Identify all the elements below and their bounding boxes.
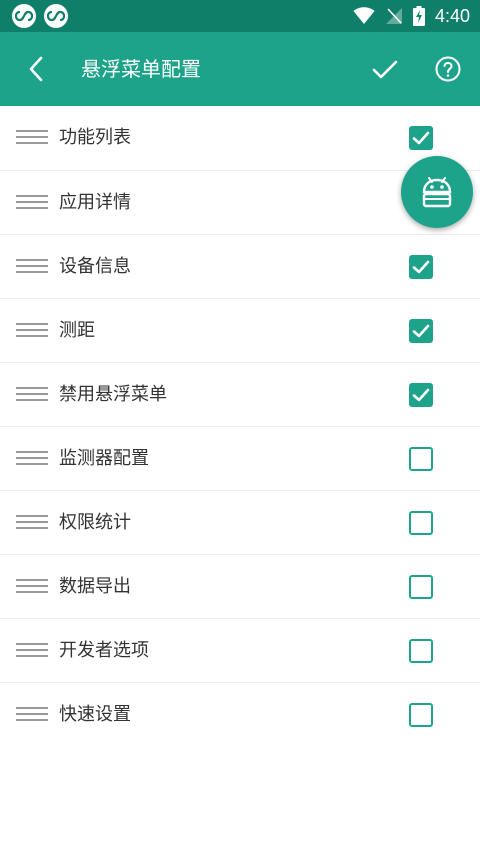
drag-handle-icon[interactable] xyxy=(16,259,48,275)
item-checkbox[interactable] xyxy=(409,126,433,150)
item-checkbox[interactable] xyxy=(409,511,433,535)
drag-handle-icon[interactable] xyxy=(16,515,48,531)
no-signal-icon xyxy=(385,8,402,24)
list-item[interactable]: 测距 xyxy=(0,299,480,363)
item-checkbox[interactable] xyxy=(409,639,433,663)
list-item[interactable]: 数据导出 xyxy=(0,555,480,619)
wifi-icon xyxy=(353,7,375,24)
loop-notification-icon xyxy=(12,4,36,28)
drag-handle-icon[interactable] xyxy=(16,130,48,146)
list-item[interactable]: 开发者选项 xyxy=(0,619,480,683)
item-label: 权限统计 xyxy=(59,512,131,533)
back-button[interactable] xyxy=(20,53,52,85)
help-button[interactable] xyxy=(432,53,464,85)
page-title: 悬浮菜单配置 xyxy=(81,57,201,81)
list-item[interactable]: 禁用悬浮菜单 xyxy=(0,363,480,427)
item-label: 应用详情 xyxy=(59,192,131,213)
drag-handle-icon[interactable] xyxy=(16,579,48,595)
battery-charging-icon xyxy=(412,6,425,26)
floating-menu-button[interactable] xyxy=(401,156,473,228)
item-label: 设备信息 xyxy=(59,256,131,277)
drag-handle-icon[interactable] xyxy=(16,643,48,659)
help-icon xyxy=(435,56,461,82)
item-checkbox[interactable] xyxy=(409,703,433,727)
confirm-button[interactable] xyxy=(368,53,402,87)
list-item[interactable]: 快速设置 xyxy=(0,683,480,747)
item-checkbox[interactable] xyxy=(409,383,433,407)
item-label: 禁用悬浮菜单 xyxy=(59,384,167,405)
item-label: 开发者选项 xyxy=(59,640,149,661)
item-checkbox[interactable] xyxy=(409,575,433,599)
item-checkbox[interactable] xyxy=(409,447,433,471)
item-label: 快速设置 xyxy=(59,704,131,725)
drag-handle-icon[interactable] xyxy=(16,707,48,723)
check-icon xyxy=(372,60,398,79)
android-toolbox-icon xyxy=(422,177,452,208)
drag-handle-icon[interactable] xyxy=(16,451,48,467)
list-item[interactable]: 权限统计 xyxy=(0,491,480,555)
drag-handle-icon[interactable] xyxy=(16,387,48,403)
chevron-left-icon xyxy=(29,56,43,82)
list-item[interactable]: 设备信息 xyxy=(0,235,480,299)
notification-icons xyxy=(12,4,68,28)
app-bar: 悬浮菜单配置 xyxy=(0,32,480,106)
list-item[interactable]: 监测器配置 xyxy=(0,427,480,491)
item-checkbox[interactable] xyxy=(409,255,433,279)
drag-handle-icon[interactable] xyxy=(16,195,48,211)
item-label: 功能列表 xyxy=(59,127,131,148)
loop-notification-icon-2 xyxy=(44,4,68,28)
item-checkbox[interactable] xyxy=(409,319,433,343)
item-label: 测距 xyxy=(59,320,95,341)
system-icons: 4:40 xyxy=(353,0,470,32)
list-item[interactable]: 功能列表 xyxy=(0,106,480,171)
clock: 4:40 xyxy=(434,5,470,26)
item-label: 数据导出 xyxy=(59,576,131,597)
drag-handle-icon[interactable] xyxy=(16,323,48,339)
status-bar: 4:40 xyxy=(0,0,480,32)
item-label: 监测器配置 xyxy=(59,448,149,469)
